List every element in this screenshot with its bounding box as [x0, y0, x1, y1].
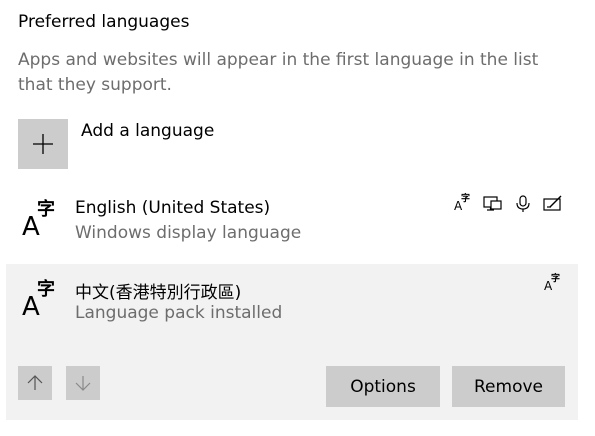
text-icon: A 字 — [544, 274, 561, 293]
microphone-icon — [512, 194, 534, 214]
options-button[interactable]: Options — [326, 366, 440, 407]
language-item-chinese-hk[interactable]: A 字 中文(香港特別行政區) Language pack installed … — [6, 264, 578, 420]
language-name: English (United States) — [75, 198, 271, 218]
language-status: Language pack installed — [75, 303, 283, 323]
arrow-up-icon — [27, 375, 43, 390]
section-description: Apps and websites will appear in the fir… — [18, 50, 539, 95]
language-glyph-icon: A 字 — [22, 279, 62, 323]
language-item-english[interactable]: A 字 English (United States) Windows disp… — [6, 184, 578, 262]
add-language-button[interactable]: Add a language — [18, 119, 214, 169]
language-name: 中文(香港特別行政區) — [75, 283, 242, 303]
language-settings-panel: Preferred languages Apps and websites wi… — [0, 0, 595, 436]
display-icon — [482, 194, 504, 214]
add-language-label: Add a language — [81, 121, 215, 141]
arrow-down-icon — [75, 376, 91, 391]
section-title: Preferred languages — [18, 12, 190, 32]
text-icon: A 字 — [454, 194, 471, 213]
add-language-tile[interactable] — [18, 119, 68, 169]
move-down-button[interactable] — [66, 366, 100, 400]
language-features: A 字 — [542, 274, 564, 294]
handwriting-icon — [542, 194, 564, 214]
plus-icon — [33, 134, 53, 154]
language-glyph-icon: A 字 — [22, 199, 62, 243]
remove-button[interactable]: Remove — [452, 366, 565, 407]
glyph-cjk: 字 — [37, 279, 55, 300]
language-features: A 字 — [452, 194, 564, 214]
glyph-cjk: 字 — [37, 199, 55, 220]
move-up-button[interactable] — [18, 366, 52, 400]
language-status: Windows display language — [75, 223, 302, 243]
